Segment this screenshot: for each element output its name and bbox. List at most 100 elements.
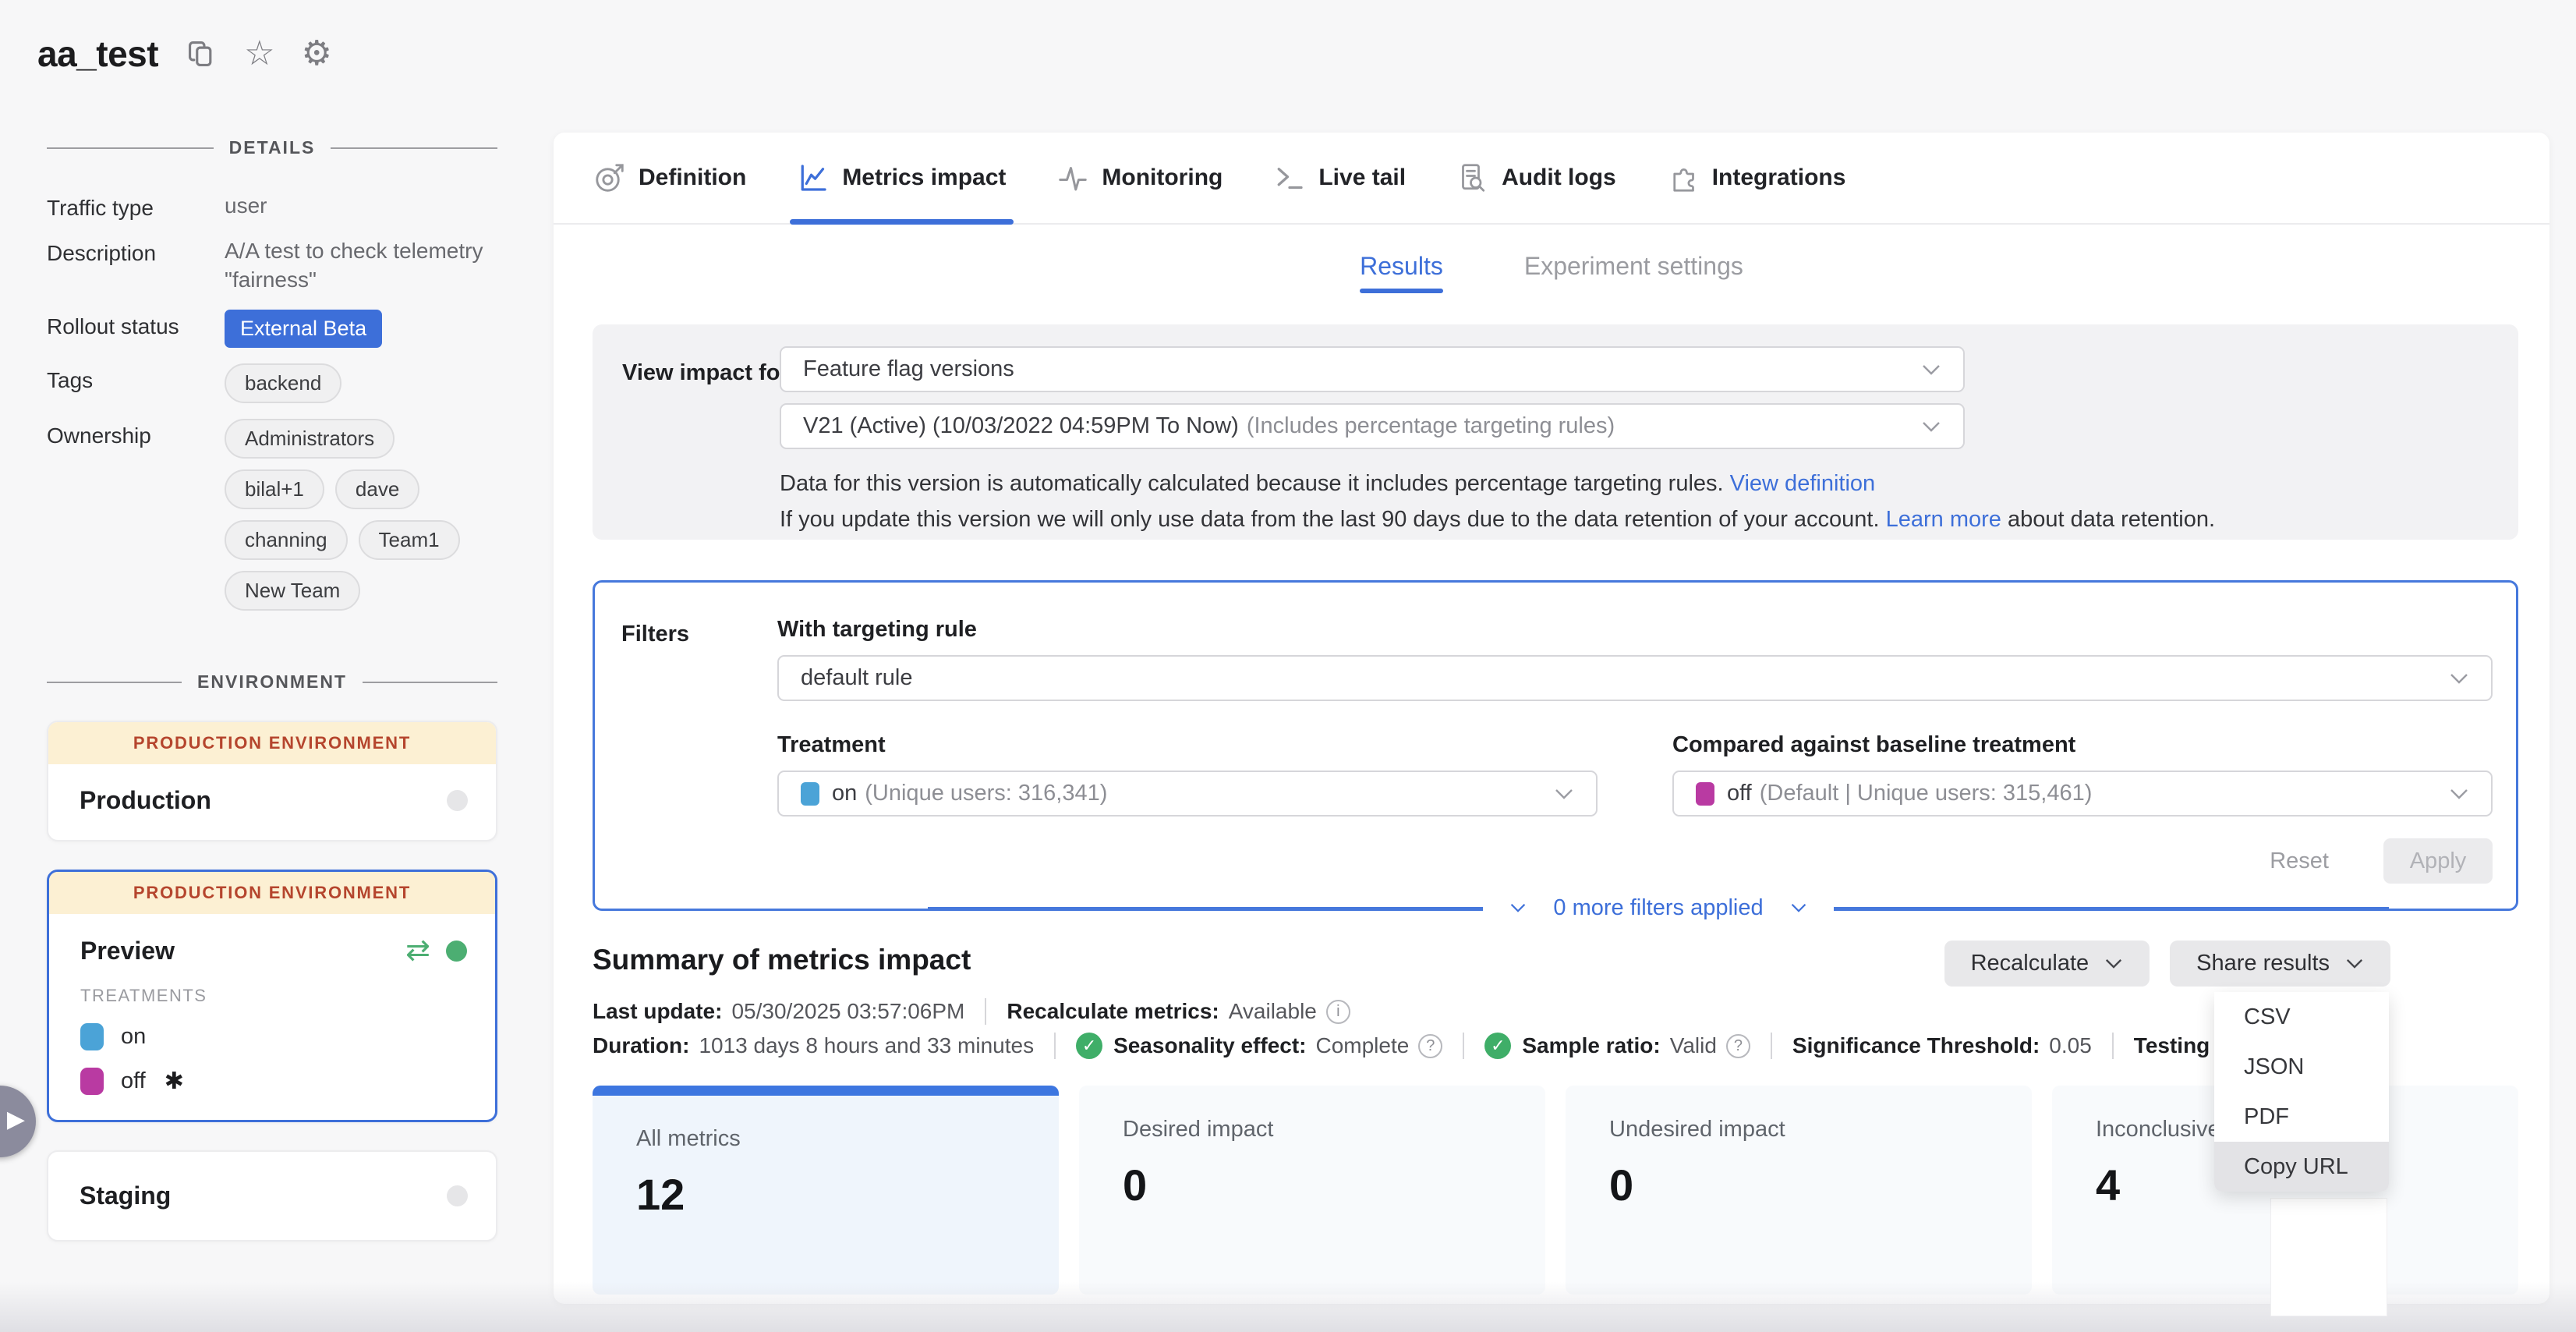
ownership-chip[interactable]: Team1 [359, 520, 460, 560]
share-menu-item-copy-url[interactable]: Copy URL [2214, 1142, 2389, 1192]
targeting-rule-label: With targeting rule [777, 617, 2493, 643]
duration-label: Duration: [593, 1033, 689, 1058]
copy-icon[interactable] [185, 37, 218, 70]
learn-more-link[interactable]: Learn more [1886, 507, 2001, 532]
view-impact-label: View impact for [622, 360, 789, 386]
subtab-experiment-settings[interactable]: Experiment settings [1524, 252, 1743, 281]
recalc-metrics-label: Recalculate metrics: [1007, 999, 1219, 1024]
tab-label: Live tail [1318, 165, 1406, 191]
tab-definition[interactable]: Definition [594, 133, 746, 223]
treatment-detail: (Unique users: 316,341) [865, 781, 1554, 806]
treatment-on-swatch [801, 782, 819, 806]
significance-threshold-label: Significance Threshold: [1792, 1033, 2040, 1058]
gear-icon[interactable]: ⚙ [302, 37, 332, 71]
tab-metrics-impact[interactable]: Metrics impact [798, 133, 1006, 223]
version-select[interactable]: V21 (Active) (10/03/2022 04:59PM To Now)… [780, 403, 1965, 449]
tab-monitoring[interactable]: Monitoring [1057, 133, 1223, 223]
collapse-arrow-icon: ▶ [7, 1106, 25, 1133]
environment-name: Preview [80, 937, 405, 965]
environment-status-dot [447, 1185, 468, 1206]
apply-button[interactable]: Apply [2383, 838, 2493, 884]
traffic-type-value: user [225, 191, 497, 220]
stat-card-desired-impact[interactable]: Desired impact 0 [1079, 1086, 1545, 1295]
chevron-down-icon [1509, 902, 1527, 913]
reset-button[interactable]: Reset [2270, 848, 2329, 874]
environment-name: Staging [80, 1181, 447, 1210]
chevron-down-icon [2449, 672, 2469, 685]
details-section-header: DETAILS [47, 137, 497, 158]
chevron-down-icon [1921, 363, 1941, 376]
chevron-down-icon [1790, 902, 1807, 913]
sidebar: DETAILS Traffic type user Description A/… [47, 137, 497, 1242]
baseline-treatment-select[interactable]: off (Default | Unique users: 315,461) [1672, 771, 2493, 817]
treatment-name: on [121, 1024, 146, 1050]
retention-helper-text: If you update this version we will only … [780, 507, 1880, 532]
share-results-button[interactable]: Share results [2170, 941, 2390, 987]
filters-section: Filters With targeting rule default rule… [593, 580, 2518, 911]
ownership-chip[interactable]: dave [335, 469, 419, 509]
tab-audit-logs[interactable]: Audit logs [1457, 133, 1616, 223]
swap-arrows-icon: ⇄ [405, 936, 430, 965]
tab-integrations[interactable]: Integrations [1668, 133, 1846, 223]
share-results-menu: CSV JSON PDF Copy URL [2214, 992, 2389, 1192]
last-update-value: 05/30/2025 03:57:06PM [731, 999, 964, 1024]
version-note: (Includes percentage targeting rules) [1247, 413, 1921, 439]
share-menu-item-csv[interactable]: CSV [2214, 992, 2389, 1042]
chevron-down-icon [2345, 958, 2364, 969]
version-type-select[interactable]: Feature flag versions [780, 346, 1965, 392]
environment-card-production[interactable]: PRODUCTION ENVIRONMENT Production [47, 721, 497, 841]
recalculate-button-label: Recalculate [1971, 951, 2089, 976]
tag-chip[interactable]: backend [225, 363, 341, 403]
tab-label: Integrations [1712, 165, 1846, 191]
ownership-chip[interactable]: New Team [225, 571, 360, 611]
target-icon [594, 162, 625, 193]
pulse-icon [1057, 162, 1088, 193]
rollout-status-badge[interactable]: External Beta [225, 310, 382, 348]
check-icon: ✓ [1076, 1033, 1102, 1059]
recalculate-button[interactable]: Recalculate [1944, 941, 2150, 987]
details-grid: Traffic type user Description A/A test t… [47, 191, 497, 611]
sidebar-collapse-handle[interactable]: ▶ [0, 1086, 36, 1157]
chevron-down-icon [2449, 788, 2469, 800]
significance-threshold-value: 0.05 [2049, 1033, 2092, 1058]
environment-card-staging[interactable]: Staging [47, 1150, 497, 1242]
version-type-value: Feature flag versions [803, 356, 1921, 382]
chevron-down-icon [1554, 788, 1574, 800]
version-helper-text: Data for this version is automatically c… [780, 471, 1724, 496]
ownership-chip[interactable]: channing [225, 520, 348, 560]
ownership-chip[interactable]: bilal+1 [225, 469, 324, 509]
duration-value: 1013 days 8 hours and 33 minutes [699, 1033, 1034, 1058]
tab-live-tail[interactable]: Live tail [1274, 133, 1406, 223]
environment-name: Production [80, 786, 447, 815]
baseline-detail: (Default | Unique users: 315,461) [1760, 781, 2449, 806]
targeting-rule-select[interactable]: default rule [777, 655, 2493, 701]
check-icon: ✓ [1484, 1033, 1511, 1059]
more-filters-toggle[interactable]: 0 more filters applied [1483, 895, 1833, 921]
chevron-down-icon [2104, 958, 2123, 969]
rollout-status-label: Rollout status [47, 310, 225, 339]
view-definition-link[interactable]: View definition [1730, 471, 1875, 496]
info-icon[interactable]: i [1326, 1000, 1350, 1024]
share-menu-extension [2270, 1198, 2387, 1316]
treatment-select[interactable]: on (Unique users: 316,341) [777, 771, 1598, 817]
question-icon[interactable]: ? [1418, 1034, 1442, 1058]
default-treatment-icon: ✱ [165, 1068, 184, 1095]
stat-card-all-metrics[interactable]: All metrics 12 [593, 1086, 1059, 1295]
environment-section-header: ENVIRONMENT [47, 671, 497, 693]
tab-label: Monitoring [1102, 165, 1223, 191]
question-icon[interactable]: ? [1726, 1034, 1750, 1058]
stat-card-value: 0 [1609, 1160, 2032, 1210]
ownership-chip[interactable]: Administrators [225, 419, 395, 459]
share-menu-item-json[interactable]: JSON [2214, 1042, 2389, 1092]
share-menu-item-pdf[interactable]: PDF [2214, 1092, 2389, 1142]
environment-card-preview[interactable]: PRODUCTION ENVIRONMENT Preview ⇄ TREATME… [47, 870, 497, 1122]
retention-helper-suffix: about data retention. [2008, 507, 2215, 532]
subtab-results[interactable]: Results [1360, 252, 1443, 281]
star-icon[interactable]: ☆ [244, 37, 274, 71]
page-header: aa_test ☆ ⚙ [37, 33, 332, 75]
environment-status-dot-active [446, 941, 467, 962]
stat-card-undesired-impact[interactable]: Undesired impact 0 [1566, 1086, 2032, 1295]
more-filters-expander: 0 more filters applied [928, 891, 2389, 925]
seasonality-value: Complete [1315, 1033, 1409, 1058]
treatment-off-swatch [80, 1068, 104, 1095]
